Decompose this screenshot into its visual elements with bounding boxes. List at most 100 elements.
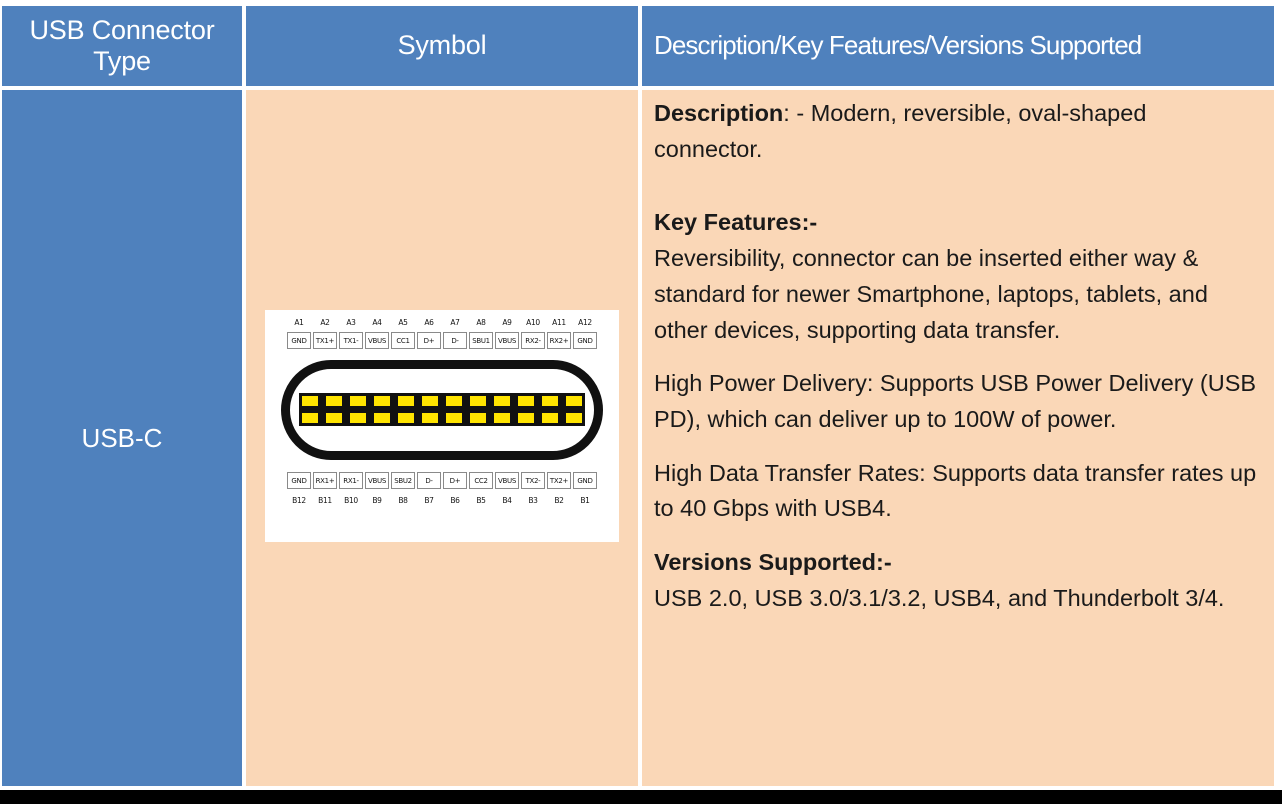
pin-signal: RX1- xyxy=(339,472,363,489)
key-features-label: Key Features:- xyxy=(654,209,818,236)
pinout-top-numbers: A1 A2 A3 A4 A5 A6 A7 A8 A9 A10 A11 A12 xyxy=(287,318,597,327)
pin-signal: VBUS xyxy=(495,472,519,489)
pin-row-bottom xyxy=(299,413,585,423)
pin-number: A12 xyxy=(578,318,592,327)
pin-number: B8 xyxy=(398,496,408,505)
pin-signal: TX1- xyxy=(339,332,363,349)
contact-pin xyxy=(518,396,534,406)
pin-number: B5 xyxy=(476,496,486,505)
contact-pin xyxy=(470,413,486,423)
contact-pin xyxy=(326,413,342,423)
contact-pin xyxy=(542,413,558,423)
pin-number: A5 xyxy=(398,318,408,327)
pin-number: A4 xyxy=(372,318,382,327)
contact-pin xyxy=(470,396,486,406)
pin-number: B11 xyxy=(318,496,332,505)
pin-number: A6 xyxy=(424,318,434,327)
contact-pin xyxy=(542,396,558,406)
contact-pin xyxy=(398,413,414,423)
contact-pin xyxy=(422,413,438,423)
versions-heading: Versions Supported:- xyxy=(654,545,1260,581)
description-paragraph: Description: - Modern, reversible, oval-… xyxy=(654,96,1260,167)
contact-pin xyxy=(374,413,390,423)
pin-number: A1 xyxy=(294,318,304,327)
contact-pin xyxy=(422,396,438,406)
contact-pin xyxy=(494,396,510,406)
cell-connector-type: USB-C xyxy=(2,90,242,786)
pin-signal: RX2+ xyxy=(547,332,571,349)
usb-c-pinout-diagram: A1 A2 A3 A4 A5 A6 A7 A8 A9 A10 A11 A12 G… xyxy=(265,310,619,542)
pin-number: B2 xyxy=(554,496,564,505)
table-header-row: USB Connector Type Symbol Description/Ke… xyxy=(2,6,1274,86)
key-features-paragraph: Reversibility, connector can be inserted… xyxy=(654,245,1208,343)
pin-signal: CC1 xyxy=(391,332,415,349)
pin-signal: GND xyxy=(287,472,311,489)
contact-pin xyxy=(302,396,318,406)
usb-c-contact-bar xyxy=(299,393,585,426)
contact-pin xyxy=(350,413,366,423)
pin-row-top xyxy=(299,396,585,406)
pin-signal: VBUS xyxy=(365,472,389,489)
pin-number: A8 xyxy=(476,318,486,327)
pin-signal: GND xyxy=(573,332,597,349)
cell-symbol: A1 A2 A3 A4 A5 A6 A7 A8 A9 A10 A11 A12 G… xyxy=(246,90,638,786)
pin-signal: CC2 xyxy=(469,472,493,489)
pin-number: A2 xyxy=(320,318,330,327)
usb-connector-table: USB Connector Type Symbol Description/Ke… xyxy=(2,6,1274,788)
pin-number: B9 xyxy=(372,496,382,505)
pin-number: B6 xyxy=(450,496,460,505)
contact-pin xyxy=(518,413,534,423)
pin-signal: D- xyxy=(417,472,441,489)
pin-number: B7 xyxy=(424,496,434,505)
pin-signal: SBU2 xyxy=(391,472,415,489)
contact-pin xyxy=(350,396,366,406)
pin-signal: TX1+ xyxy=(313,332,337,349)
contact-pin xyxy=(446,413,462,423)
contact-pin xyxy=(302,413,318,423)
pin-number: A9 xyxy=(502,318,512,327)
pin-signal: D+ xyxy=(417,332,441,349)
header-usb-connector-type: USB Connector Type xyxy=(2,6,242,86)
pin-signal: GND xyxy=(287,332,311,349)
pin-signal: RX2- xyxy=(521,332,545,349)
pin-signal: RX1+ xyxy=(313,472,337,489)
pin-number: A11 xyxy=(552,318,566,327)
pin-number: B12 xyxy=(292,496,306,505)
header-symbol: Symbol xyxy=(246,6,638,86)
table-row: USB-C A1 A2 A3 A4 A5 A6 A7 A8 A9 A10 A11… xyxy=(2,90,1274,786)
contact-pin xyxy=(446,396,462,406)
pin-signal: TX2+ xyxy=(547,472,571,489)
slide-canvas: USB Connector Type Symbol Description/Ke… xyxy=(0,0,1282,804)
pin-signal: VBUS xyxy=(495,332,519,349)
pin-signal: D+ xyxy=(443,472,467,489)
cell-description: Description: - Modern, reversible, oval-… xyxy=(642,90,1274,786)
pin-signal: SBU1 xyxy=(469,332,493,349)
pin-number: B4 xyxy=(502,496,512,505)
pin-signal: GND xyxy=(573,472,597,489)
power-delivery-paragraph: High Power Delivery: Supports USB Power … xyxy=(654,370,1257,433)
pin-number: B10 xyxy=(344,496,358,505)
pinout-bottom-numbers: B12 B11 B10 B9 B8 B7 B6 B5 B4 B3 B2 B1 xyxy=(287,496,597,505)
contact-pin xyxy=(374,396,390,406)
contact-pin xyxy=(566,413,582,423)
data-rates-paragraph: High Data Transfer Rates: Supports data … xyxy=(654,459,1257,522)
pin-number: B3 xyxy=(528,496,538,505)
pin-number: A7 xyxy=(450,318,460,327)
contact-pin xyxy=(566,396,582,406)
bottom-border-bar xyxy=(0,790,1282,804)
contact-pin xyxy=(494,413,510,423)
header-description-key-features-versions: Description/Key Features/Versions Suppor… xyxy=(642,6,1274,86)
pinout-bottom-signal-names: GND RX1+ RX1- VBUS SBU2 D- D+ CC2 VBUS T… xyxy=(287,472,597,489)
pin-number: B1 xyxy=(580,496,590,505)
description-label: Description xyxy=(654,100,784,126)
pin-signal: TX2- xyxy=(521,472,545,489)
pin-number: A3 xyxy=(346,318,356,327)
pinout-top-signal-names: GND TX1+ TX1- VBUS CC1 D+ D- SBU1 VBUS R… xyxy=(287,332,597,349)
table-sheet: USB Connector Type Symbol Description/Ke… xyxy=(0,0,1282,790)
key-features-heading: Key Features:- xyxy=(654,205,1260,241)
versions-paragraph: USB 2.0, USB 3.0/3.1/3.2, USB4, and Thun… xyxy=(654,584,1225,611)
pin-signal: VBUS xyxy=(365,332,389,349)
contact-pin xyxy=(398,396,414,406)
contact-pin xyxy=(326,396,342,406)
